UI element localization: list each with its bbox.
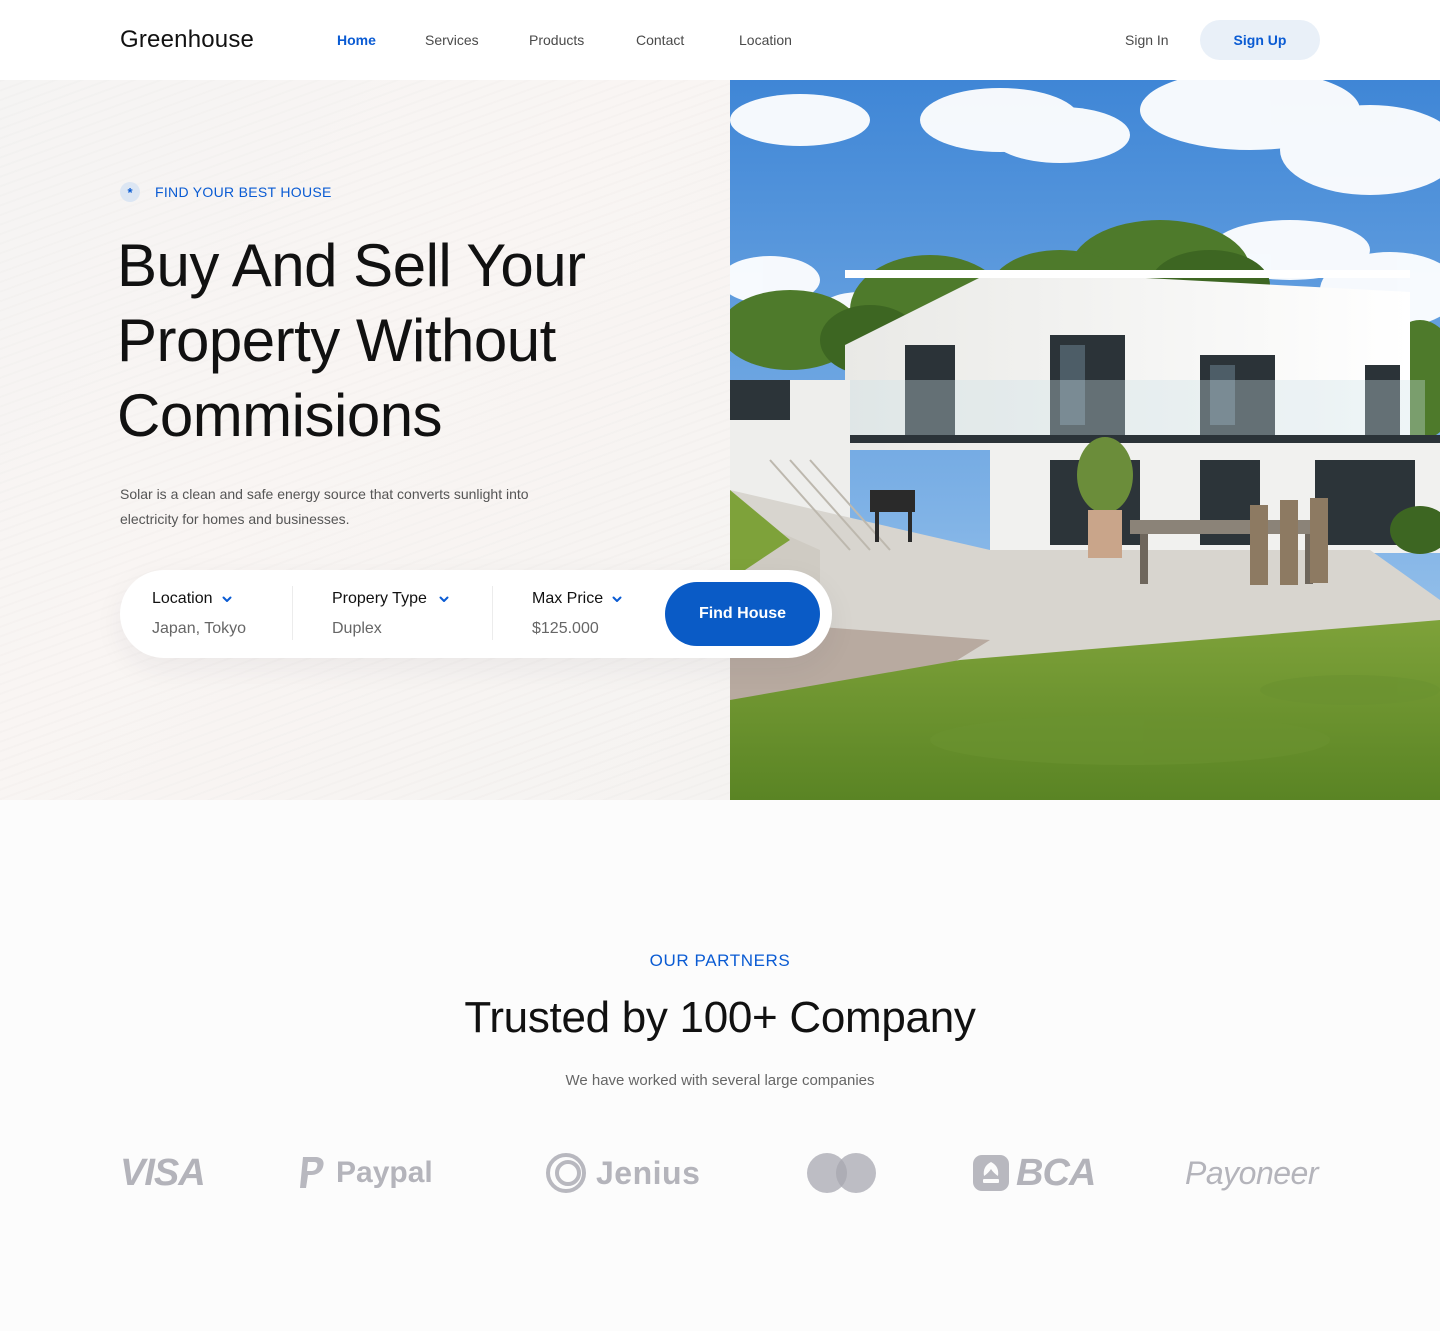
- nav-link-location[interactable]: Location: [739, 31, 792, 49]
- jenius-icon: [546, 1153, 586, 1193]
- partners-subtitle: We have worked with several large compan…: [565, 1072, 875, 1089]
- hero-description-line: electricity for homes and businesses.: [120, 511, 350, 527]
- property-search-bar: Location Japan, Tokyo Propery Type Duple…: [120, 570, 832, 658]
- find-house-button[interactable]: Find House: [665, 582, 820, 646]
- hero-description-line: Solar is a clean and safe energy source …: [120, 486, 529, 502]
- max-price-label: Max Price: [532, 590, 604, 607]
- chevron-down-icon: [612, 596, 622, 602]
- nav-link-home[interactable]: Home: [337, 31, 376, 49]
- bca-icon: [973, 1155, 1009, 1191]
- property-type-value: Duplex: [332, 620, 382, 637]
- payoneer-logo-text: Payoneer: [1185, 1154, 1318, 1191]
- sign-in-link[interactable]: Sign In: [1125, 31, 1169, 49]
- jenius-logo: Jenius: [544, 1143, 700, 1203]
- location-dropdown[interactable]: Location: [152, 589, 246, 609]
- hero-title: Buy And Sell Your Property Without Commi…: [117, 228, 677, 453]
- bca-logo: BCA: [972, 1143, 1096, 1203]
- brand-logo[interactable]: Greenhouse: [120, 26, 254, 54]
- landing-page: Greenhouse Home Services Products Contac…: [0, 0, 1440, 1331]
- partners-eyebrow: OUR PARTNERS: [649, 951, 791, 970]
- location-field[interactable]: Location Japan, Tokyo: [152, 589, 246, 639]
- chevron-down-icon: [439, 596, 449, 602]
- hero-title-line: Property Without: [117, 307, 556, 374]
- chevron-down-icon: [222, 596, 231, 602]
- payoneer-logo: Payoneer: [1185, 1143, 1318, 1203]
- field-divider: [492, 586, 493, 640]
- jenius-logo-text: Jenius: [596, 1154, 701, 1191]
- hero-eyebrow: * FIND YOUR BEST HOUSE: [120, 182, 332, 202]
- hero-title-line: Buy And Sell Your: [117, 232, 586, 299]
- paypal-icon: [300, 1157, 324, 1188]
- property-type-dropdown[interactable]: Propery Type: [332, 589, 449, 609]
- star-icon: *: [120, 182, 140, 202]
- mastercard-icon: [807, 1153, 876, 1193]
- paypal-logo-text: Paypal: [336, 1156, 433, 1189]
- hero-title-line: Commisions: [117, 382, 443, 449]
- nav-link-contact[interactable]: Contact: [636, 31, 684, 49]
- field-divider: [292, 586, 293, 640]
- bca-logo-text: BCA: [1016, 1151, 1096, 1194]
- mastercard-logo: [806, 1143, 878, 1203]
- sign-up-button[interactable]: Sign Up: [1200, 20, 1320, 60]
- max-price-dropdown[interactable]: Max Price: [532, 589, 622, 609]
- paypal-logo: Paypal: [297, 1143, 433, 1203]
- location-label: Location: [152, 590, 213, 607]
- visa-logo: VISA: [120, 1143, 206, 1203]
- max-price-value: $125.000: [532, 620, 599, 637]
- property-type-field[interactable]: Propery Type Duplex: [332, 589, 449, 639]
- nav-link-products[interactable]: Products: [529, 31, 584, 49]
- visa-logo-text: VISA: [120, 1151, 206, 1194]
- location-value: Japan, Tokyo: [152, 620, 246, 637]
- hero-description: Solar is a clean and safe energy source …: [120, 482, 590, 532]
- nav-link-services[interactable]: Services: [425, 31, 479, 49]
- top-navigation: Greenhouse Home Services Products Contac…: [0, 0, 1440, 80]
- partners-title: Trusted by 100+ Company: [464, 993, 976, 1042]
- property-type-label: Propery Type: [332, 590, 427, 607]
- hero-eyebrow-text: FIND YOUR BEST HOUSE: [155, 184, 332, 200]
- max-price-field[interactable]: Max Price $125.000: [532, 589, 622, 639]
- hero-house-image: [730, 80, 1440, 800]
